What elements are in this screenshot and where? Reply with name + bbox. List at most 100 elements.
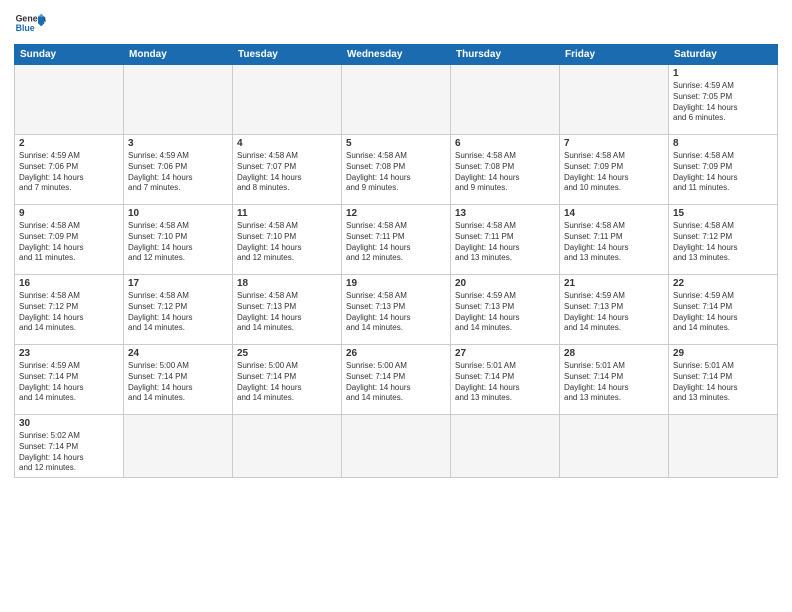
logo-icon: General Blue: [14, 10, 46, 38]
weekday-row: SundayMondayTuesdayWednesdayThursdayFrid…: [15, 45, 778, 65]
day-info: Sunrise: 4:59 AMSunset: 7:13 PMDaylight:…: [564, 291, 664, 334]
calendar-cell: 17Sunrise: 4:58 AMSunset: 7:12 PMDayligh…: [124, 275, 233, 345]
day-info: Sunrise: 4:58 AMSunset: 7:08 PMDaylight:…: [455, 151, 555, 194]
day-info: Sunrise: 4:59 AMSunset: 7:06 PMDaylight:…: [128, 151, 228, 194]
calendar-cell: 5 Sunrise: 4:58 AMSunset: 7:08 PMDaylight…: [342, 135, 451, 205]
calendar-cell: 2Sunrise: 4:59 AMSunset: 7:06 PMDaylight…: [15, 135, 124, 205]
calendar-cell: 15 Sunrise: 4:58 AMSunset: 7:12 PMDayligh…: [669, 205, 778, 275]
calendar-cell: 21 Sunrise: 4:59 AMSunset: 7:13 PMDayligh…: [560, 275, 669, 345]
day-info: Sunrise: 4:59 AMSunset: 7:14 PMDaylight:…: [673, 291, 773, 334]
calendar-cell: 16Sunrise: 4:58 AMSunset: 7:12 PMDayligh…: [15, 275, 124, 345]
calendar-cell: [451, 65, 560, 135]
calendar-row: 2Sunrise: 4:59 AMSunset: 7:06 PMDaylight…: [15, 135, 778, 205]
calendar-cell: 13 Sunrise: 4:58 AMSunset: 7:11 PMDayligh…: [451, 205, 560, 275]
weekday-header: Friday: [560, 45, 669, 65]
day-info: Sunrise: 4:58 AMSunset: 7:12 PMDaylight:…: [673, 221, 773, 264]
calendar-cell: 4Sunrise: 4:58 AMSunset: 7:07 PMDaylight…: [233, 135, 342, 205]
day-number: 1: [673, 68, 773, 79]
calendar-cell: 14Sunrise: 4:58 AMSunset: 7:11 PMDayligh…: [560, 205, 669, 275]
calendar-cell: 22 Sunrise: 4:59 AMSunset: 7:14 PMDayligh…: [669, 275, 778, 345]
day-info: Sunrise: 5:00 AMSunset: 7:14 PMDaylight:…: [346, 361, 446, 404]
calendar-cell: [233, 65, 342, 135]
day-number: 4: [237, 138, 337, 149]
calendar-row: 1 Sunrise: 4:59 AMSunset: 7:05 PMDaylight…: [15, 65, 778, 135]
calendar-cell: [342, 65, 451, 135]
day-info: Sunrise: 4:58 AMSunset: 7:13 PMDaylight:…: [346, 291, 446, 334]
day-number: 9: [19, 208, 119, 219]
day-number: 6: [455, 138, 555, 149]
day-info: Sunrise: 4:59 AMSunset: 7:14 PMDaylight:…: [19, 361, 119, 404]
day-number: 23: [19, 348, 119, 359]
day-number: 5: [346, 138, 446, 149]
day-info: Sunrise: 5:00 AMSunset: 7:14 PMDaylight:…: [128, 361, 228, 404]
calendar-cell: [233, 415, 342, 478]
weekday-header: Sunday: [15, 45, 124, 65]
day-info: Sunrise: 5:02 AMSunset: 7:14 PMDaylight:…: [19, 431, 119, 474]
day-number: 11: [237, 208, 337, 219]
calendar-cell: 3 Sunrise: 4:59 AMSunset: 7:06 PMDaylight…: [124, 135, 233, 205]
day-info: Sunrise: 5:01 AMSunset: 7:14 PMDaylight:…: [673, 361, 773, 404]
weekday-header: Tuesday: [233, 45, 342, 65]
page: General Blue SundayMondayTuesdayWednesda…: [0, 0, 792, 612]
calendar-cell: 12 Sunrise: 4:58 AMSunset: 7:11 PMDayligh…: [342, 205, 451, 275]
day-info: Sunrise: 4:58 AMSunset: 7:08 PMDaylight:…: [346, 151, 446, 194]
day-info: Sunrise: 4:58 AMSunset: 7:10 PMDaylight:…: [128, 221, 228, 264]
day-info: Sunrise: 4:58 AMSunset: 7:13 PMDaylight:…: [237, 291, 337, 334]
calendar-row: 9 Sunrise: 4:58 AMSunset: 7:09 PMDaylight…: [15, 205, 778, 275]
calendar-cell: [342, 415, 451, 478]
weekday-header: Wednesday: [342, 45, 451, 65]
day-number: 20: [455, 278, 555, 289]
day-number: 29: [673, 348, 773, 359]
calendar-row: 16Sunrise: 4:58 AMSunset: 7:12 PMDayligh…: [15, 275, 778, 345]
calendar-cell: 23 Sunrise: 4:59 AMSunset: 7:14 PMDayligh…: [15, 345, 124, 415]
svg-text:Blue: Blue: [16, 23, 35, 33]
calendar-cell: 8Sunrise: 4:58 AMSunset: 7:09 PMDaylight…: [669, 135, 778, 205]
calendar-cell: 7Sunrise: 4:58 AMSunset: 7:09 PMDaylight…: [560, 135, 669, 205]
weekday-header: Saturday: [669, 45, 778, 65]
day-info: Sunrise: 4:58 AMSunset: 7:11 PMDaylight:…: [455, 221, 555, 264]
day-number: 15: [673, 208, 773, 219]
calendar-cell: 30Sunrise: 5:02 AMSunset: 7:14 PMDayligh…: [15, 415, 124, 478]
calendar-row: 23 Sunrise: 4:59 AMSunset: 7:14 PMDayligh…: [15, 345, 778, 415]
day-number: 25: [237, 348, 337, 359]
calendar-cell: 9 Sunrise: 4:58 AMSunset: 7:09 PMDaylight…: [15, 205, 124, 275]
calendar-cell: [560, 415, 669, 478]
day-number: 19: [346, 278, 446, 289]
day-info: Sunrise: 5:01 AMSunset: 7:14 PMDaylight:…: [455, 361, 555, 404]
calendar-cell: [124, 65, 233, 135]
header: General Blue: [14, 10, 778, 38]
calendar-cell: 10 Sunrise: 4:58 AMSunset: 7:10 PMDayligh…: [124, 205, 233, 275]
day-info: Sunrise: 5:00 AMSunset: 7:14 PMDaylight:…: [237, 361, 337, 404]
day-number: 12: [346, 208, 446, 219]
day-number: 24: [128, 348, 228, 359]
day-number: 21: [564, 278, 664, 289]
calendar-cell: 11Sunrise: 4:58 AMSunset: 7:10 PMDayligh…: [233, 205, 342, 275]
day-number: 13: [455, 208, 555, 219]
calendar-cell: 1 Sunrise: 4:59 AMSunset: 7:05 PMDaylight…: [669, 65, 778, 135]
calendar-table: SundayMondayTuesdayWednesdayThursdayFrid…: [14, 44, 778, 478]
calendar-cell: 20Sunrise: 4:59 AMSunset: 7:13 PMDayligh…: [451, 275, 560, 345]
calendar-cell: 24 Sunrise: 5:00 AMSunset: 7:14 PMDayligh…: [124, 345, 233, 415]
day-number: 10: [128, 208, 228, 219]
day-number: 26: [346, 348, 446, 359]
calendar-cell: 29 Sunrise: 5:01 AMSunset: 7:14 PMDayligh…: [669, 345, 778, 415]
logo: General Blue: [14, 10, 46, 38]
day-number: 27: [455, 348, 555, 359]
calendar-body: 1 Sunrise: 4:59 AMSunset: 7:05 PMDaylight…: [15, 65, 778, 478]
calendar-cell: 18Sunrise: 4:58 AMSunset: 7:13 PMDayligh…: [233, 275, 342, 345]
day-number: 14: [564, 208, 664, 219]
calendar-cell: 25 Sunrise: 5:00 AMSunset: 7:14 PMDayligh…: [233, 345, 342, 415]
day-info: Sunrise: 4:58 AMSunset: 7:09 PMDaylight:…: [19, 221, 119, 264]
day-info: Sunrise: 4:59 AMSunset: 7:05 PMDaylight:…: [673, 81, 773, 124]
weekday-header: Monday: [124, 45, 233, 65]
day-number: 22: [673, 278, 773, 289]
day-number: 3: [128, 138, 228, 149]
day-info: Sunrise: 4:58 AMSunset: 7:11 PMDaylight:…: [346, 221, 446, 264]
day-info: Sunrise: 5:01 AMSunset: 7:14 PMDaylight:…: [564, 361, 664, 404]
day-info: Sunrise: 4:59 AMSunset: 7:06 PMDaylight:…: [19, 151, 119, 194]
day-info: Sunrise: 4:58 AMSunset: 7:12 PMDaylight:…: [19, 291, 119, 334]
calendar-cell: 28Sunrise: 5:01 AMSunset: 7:14 PMDayligh…: [560, 345, 669, 415]
calendar-cell: [15, 65, 124, 135]
calendar-cell: [669, 415, 778, 478]
calendar-cell: 27 Sunrise: 5:01 AMSunset: 7:14 PMDayligh…: [451, 345, 560, 415]
